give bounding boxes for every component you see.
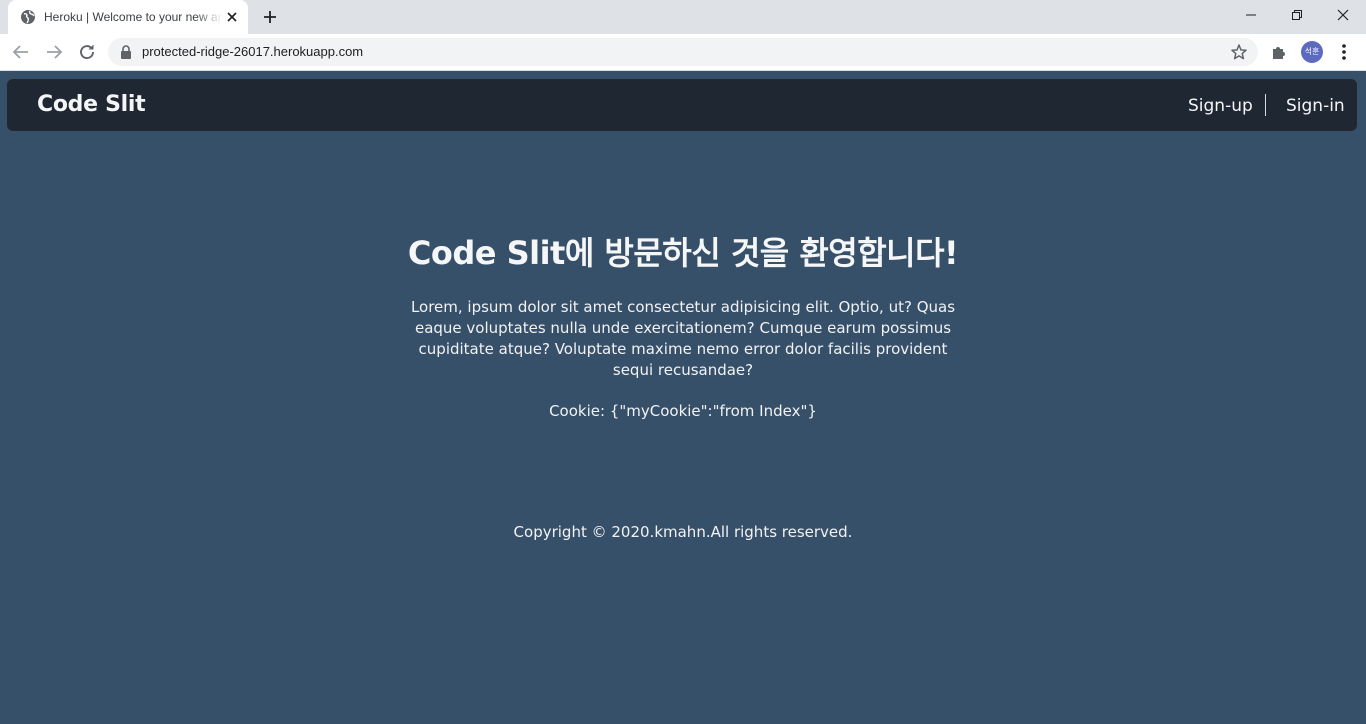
reload-icon[interactable] bbox=[75, 40, 99, 64]
kebab-menu-icon[interactable] bbox=[1336, 43, 1352, 61]
page-title: Code Slit에 방문하신 것을 환영합니다! bbox=[407, 234, 959, 272]
close-window-icon bbox=[1337, 9, 1349, 21]
address-bar[interactable]: protected-ridge-26017.herokuapp.com bbox=[108, 38, 1258, 66]
plus-icon[interactable] bbox=[260, 7, 280, 27]
lock-icon[interactable] bbox=[120, 45, 132, 59]
url-text[interactable]: protected-ridge-26017.herokuapp.com bbox=[142, 44, 363, 60]
forward-arrow-icon[interactable] bbox=[42, 40, 66, 64]
profile-avatar[interactable]: 석훈 bbox=[1301, 41, 1323, 63]
restore-icon bbox=[1292, 10, 1302, 20]
nav-divider bbox=[1265, 94, 1266, 116]
page-viewport: Code Slit Sign-up Sign-in Code Slit에 방문하… bbox=[0, 71, 1366, 724]
cookie-text: Cookie: {"myCookie":"from Index"} bbox=[549, 402, 817, 420]
minimize-button[interactable] bbox=[1228, 0, 1274, 30]
hero-description: Lorem, ipsum dolor sit amet consectetur … bbox=[410, 298, 956, 379]
close-icon[interactable] bbox=[224, 9, 240, 25]
close-window-button[interactable] bbox=[1320, 0, 1366, 30]
browser-tab[interactable]: Heroku | Welcome to your new app! bbox=[8, 0, 248, 34]
restore-button[interactable] bbox=[1274, 0, 1320, 30]
tab-strip: Heroku | Welcome to your new app! bbox=[0, 0, 1366, 34]
sign-up-link[interactable]: Sign-up bbox=[1188, 95, 1253, 117]
puzzle-icon[interactable] bbox=[1270, 43, 1288, 61]
globe-icon bbox=[21, 10, 35, 24]
tab-title: Heroku | Welcome to your new app! bbox=[44, 10, 222, 24]
back-arrow-icon[interactable] bbox=[9, 40, 33, 64]
site-brand[interactable]: Code Slit bbox=[37, 91, 146, 119]
star-icon[interactable] bbox=[1230, 43, 1248, 61]
site-navbar: Code Slit Sign-up Sign-in bbox=[7, 79, 1357, 131]
browser-toolbar: protected-ridge-26017.herokuapp.com bbox=[0, 34, 1366, 71]
minimize-icon bbox=[1246, 14, 1256, 16]
footer-copyright: Copyright © 2020.kmahn.All rights reserv… bbox=[513, 523, 853, 541]
sign-in-link[interactable]: Sign-in bbox=[1286, 95, 1345, 117]
